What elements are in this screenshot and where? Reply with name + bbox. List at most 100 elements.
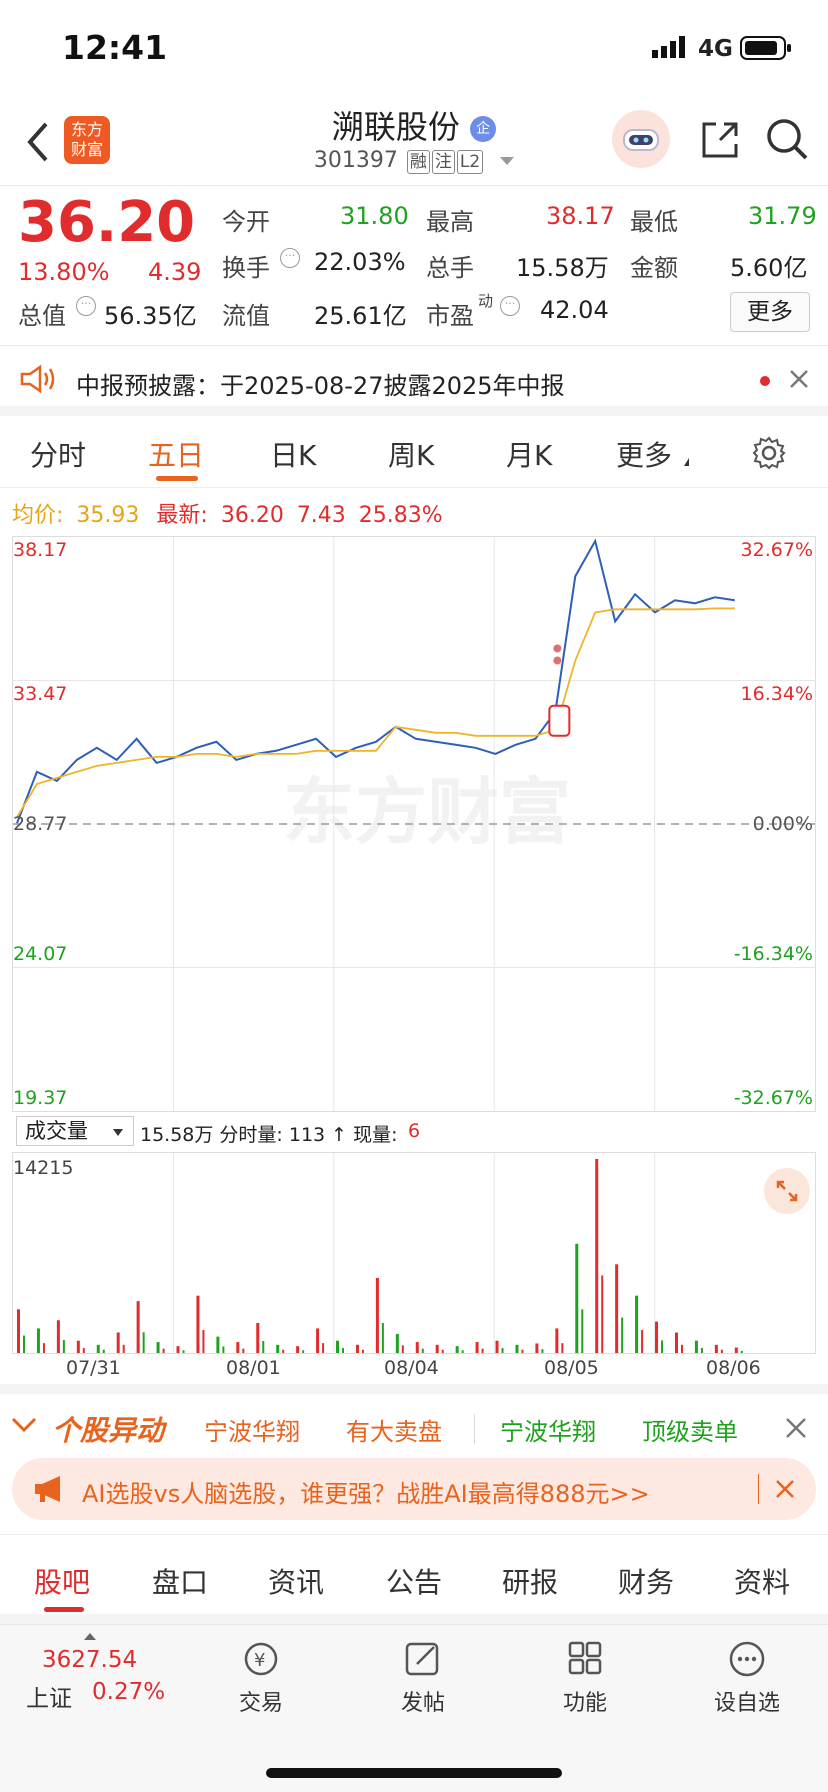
five-day-price-chart[interactable]: 东方财富 38.17 33.47 28.77 24.07 19.37 32.67… <box>12 536 816 1112</box>
robot-assistant-icon[interactable] <box>612 110 670 168</box>
turnover-label: 换手 <box>222 254 270 282</box>
trade-dot <box>553 644 562 653</box>
amount-label: 金额 <box>630 254 678 282</box>
speaker-icon <box>18 364 58 398</box>
caret-icon <box>684 458 689 466</box>
volume-bar <box>116 1332 120 1353</box>
nav-functions[interactable]: 功能 <box>530 1639 640 1717</box>
chevron-down-icon[interactable] <box>10 1416 38 1438</box>
tab-five-day[interactable]: 五日 <box>148 434 204 474</box>
volume-value: 15.58万 <box>516 254 609 282</box>
bottom-nav: 3627.54 上证 0.27% ¥ 交易 发帖 功能 设自选 <box>0 1624 828 1792</box>
stock-name: 溯联股份 <box>331 108 460 146</box>
volume-bar <box>36 1328 40 1353</box>
volume-bar <box>481 1348 484 1353</box>
nav-add-watchlist[interactable]: 设自选 <box>692 1639 802 1717</box>
info-icon[interactable]: ··· <box>280 248 300 268</box>
chevron-down-icon[interactable] <box>500 157 515 165</box>
index-value: 3627.54 <box>42 1647 138 1673</box>
nav-trade[interactable]: ¥ 交易 <box>206 1639 316 1717</box>
price-chart-svg: 东方财富 <box>13 537 815 1111</box>
volume-bar <box>694 1340 698 1353</box>
indicator-select[interactable]: 成交量 <box>16 1116 134 1146</box>
volume-bar <box>342 1348 345 1353</box>
close-icon[interactable] <box>788 368 810 394</box>
anomaly-item[interactable]: 宁波华翔 <box>204 1412 300 1447</box>
index-name: 上证 <box>26 1686 72 1712</box>
volume-bar <box>196 1295 200 1353</box>
chart-period-tabs: 分时 五日 日K 周K 月K 更多 <box>0 416 828 488</box>
volume-bar <box>395 1333 399 1353</box>
nav-functions-label: 功能 <box>562 1691 607 1716</box>
volume-bar <box>441 1349 444 1353</box>
active-tab-indicator <box>44 1607 84 1612</box>
volume-bar <box>355 1344 359 1353</box>
volume-bar <box>176 1346 180 1353</box>
tab-announcements[interactable]: 公告 <box>386 1561 442 1601</box>
trade-dot <box>553 656 562 665</box>
volume-bar <box>156 1342 160 1353</box>
close-icon[interactable] <box>784 1416 808 1444</box>
volume-bar <box>501 1348 504 1353</box>
tab-order-book[interactable]: 盘口 <box>152 1561 208 1601</box>
tab-weekly-k[interactable]: 周K <box>388 434 434 474</box>
tab-profile[interactable]: 资料 <box>734 1561 790 1601</box>
info-icon[interactable]: ··· <box>500 296 520 316</box>
volume-bar <box>162 1348 165 1353</box>
index-change: 0.27% <box>92 1679 166 1705</box>
anomaly-item[interactable]: 有大卖盘 <box>346 1412 442 1447</box>
volume-bar <box>102 1349 105 1353</box>
close-icon[interactable] <box>774 1478 796 1504</box>
turnover-value: 22.03% <box>314 248 406 276</box>
volume-bar <box>316 1328 320 1353</box>
share-icon[interactable] <box>698 118 742 166</box>
search-icon[interactable] <box>764 116 810 166</box>
stock-anomaly-bar[interactable]: 个股异动 宁波华翔 有大卖盘 宁波华翔 顶级卖单 <box>0 1384 828 1452</box>
volume-bar <box>581 1309 584 1353</box>
settings-icon[interactable] <box>752 436 786 474</box>
nav-post-label: 发帖 <box>400 1691 445 1716</box>
y-tick-right: -16.34% <box>733 943 813 965</box>
tab-more[interactable]: 更多 <box>616 434 672 474</box>
volume-bar <box>435 1344 439 1353</box>
more-button[interactable]: 更多 <box>730 292 810 332</box>
volume-bar <box>401 1345 404 1353</box>
volume-summary: 15.58万 分时量: 113 ↑ 现量: <box>140 1124 398 1146</box>
avg-label: 均价: <box>12 503 64 528</box>
volume-bar <box>42 1343 45 1353</box>
tab-research[interactable]: 研报 <box>502 1561 558 1601</box>
x-tick: 08/06 <box>706 1357 761 1379</box>
notice-bar[interactable]: 中报预披露：于2025-08-27披露2025年中报 <box>0 346 828 416</box>
amount-value: 5.60亿 <box>730 254 808 282</box>
tab-intraday[interactable]: 分时 <box>30 434 86 474</box>
tab-financials[interactable]: 财务 <box>618 1561 674 1601</box>
ai-promo-banner[interactable]: AI选股vs人脑选股，谁更强？战胜AI最高得888元>> <box>12 1458 816 1520</box>
tab-monthly-k[interactable]: 月K <box>506 434 552 474</box>
anomaly-item[interactable]: 宁波华翔 <box>500 1412 596 1447</box>
stock-code: 301397 <box>313 148 398 173</box>
expand-icon[interactable] <box>764 1168 810 1214</box>
volume-bar <box>475 1342 479 1353</box>
tab-news[interactable]: 资讯 <box>268 1561 324 1601</box>
notice-text: 中报预披露：于2025-08-27披露2025年中报 <box>76 372 565 400</box>
y-tick-right: 0.00% <box>752 813 813 835</box>
volume-chart[interactable]: 14215 <box>12 1152 816 1354</box>
svg-text:¥: ¥ <box>254 1650 265 1671</box>
volume-bar <box>17 1309 20 1353</box>
volume-toolbar: 成交量 15.58万 分时量: 113 ↑ 现量: 6 <box>14 1116 814 1148</box>
info-icon[interactable]: ··· <box>76 296 96 316</box>
low-label: 最低 <box>630 208 678 236</box>
y-tick-left: 28.77 <box>13 813 68 835</box>
volume-bar <box>641 1330 644 1353</box>
latest-label: 最新: <box>156 503 208 528</box>
volume-bar <box>515 1344 519 1353</box>
x-tick: 08/01 <box>226 1357 281 1379</box>
current-volume: 6 <box>408 1120 421 1142</box>
tab-forum[interactable]: 股吧 <box>34 1561 90 1601</box>
volume-bar <box>621 1317 624 1353</box>
nav-post[interactable]: 发帖 <box>368 1639 478 1717</box>
network-type: 4G <box>698 36 733 62</box>
volume-bar <box>381 1322 384 1353</box>
tab-daily-k[interactable]: 日K <box>270 434 316 474</box>
anomaly-item[interactable]: 顶级卖单 <box>642 1412 738 1447</box>
